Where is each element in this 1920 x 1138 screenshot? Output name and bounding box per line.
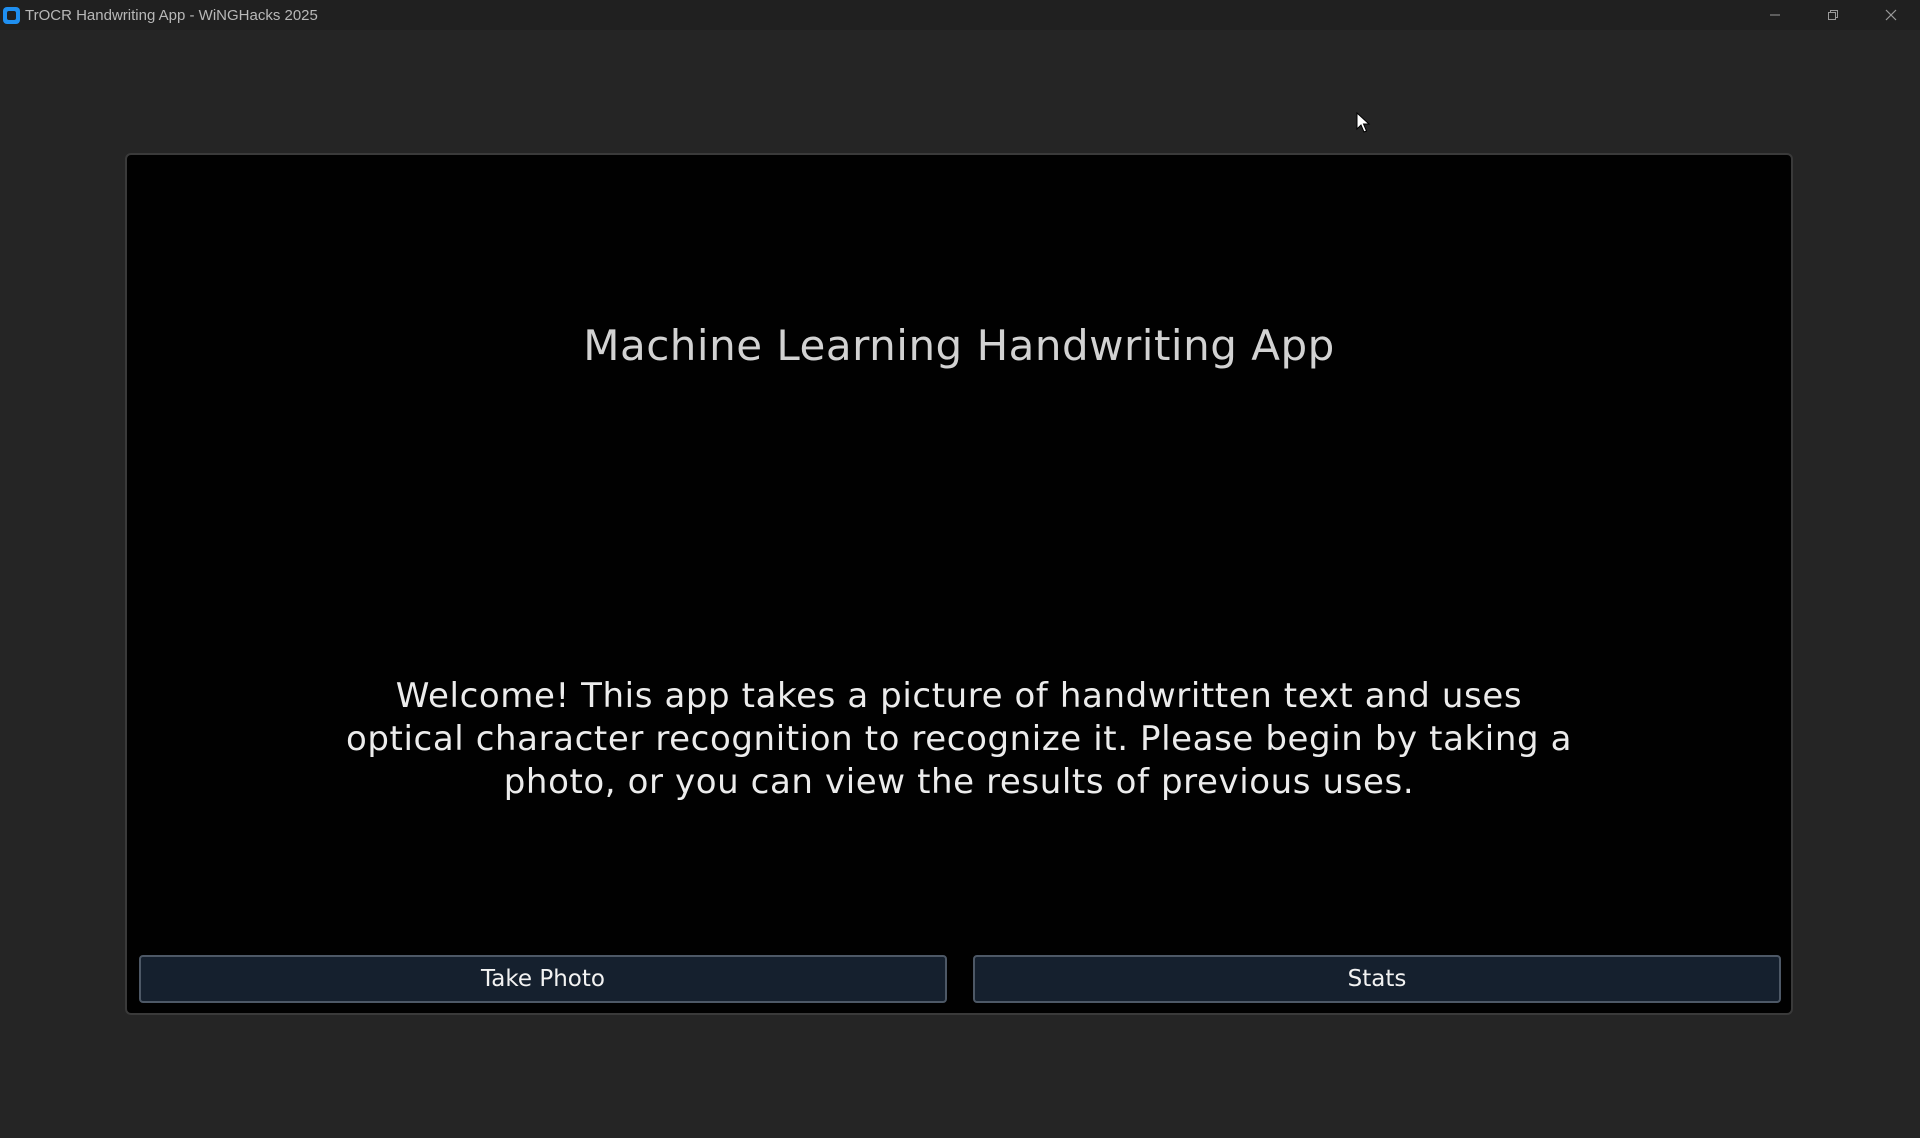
page-title: Machine Learning Handwriting App [583, 321, 1335, 370]
title-bar: TrOCR Handwriting App - WiNGHacks 2025 [0, 0, 1920, 30]
window-title: TrOCR Handwriting App - WiNGHacks 2025 [25, 6, 318, 24]
close-button[interactable] [1862, 0, 1920, 30]
main-panel: Machine Learning Handwriting App Welcome… [125, 153, 1793, 1015]
mouse-cursor-icon [1356, 112, 1371, 133]
window-controls [1746, 0, 1920, 30]
stats-button[interactable]: Stats [973, 955, 1781, 1003]
welcome-message: Welcome! This app takes a picture of han… [345, 676, 1573, 802]
close-icon [1885, 9, 1897, 21]
app-icon [3, 6, 20, 24]
restore-icon [1828, 10, 1838, 20]
minimize-icon [1770, 14, 1780, 16]
take-photo-button[interactable]: Take Photo [139, 955, 947, 1003]
minimize-button[interactable] [1746, 0, 1804, 30]
restore-button[interactable] [1804, 0, 1862, 30]
